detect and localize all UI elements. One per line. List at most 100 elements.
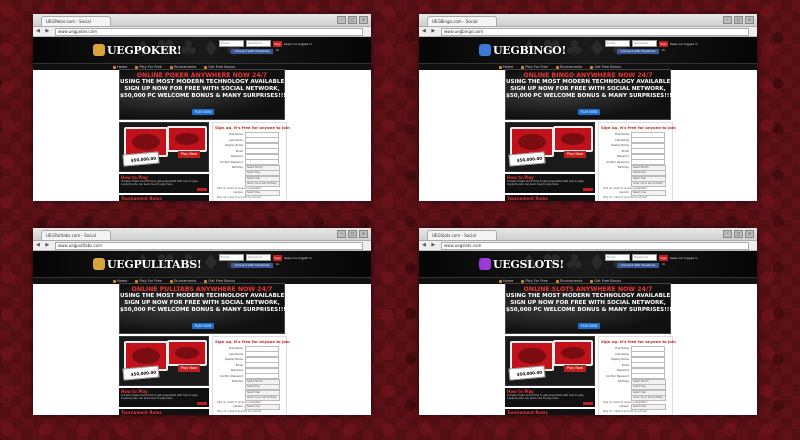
- window-controls: – □ ×: [723, 16, 754, 24]
- site-logo[interactable]: UEGPOKER!: [93, 43, 182, 57]
- banner-line: SIGN UP NOW FOR FREE WITH SOCIAL NETWORK…: [124, 300, 280, 306]
- window-button[interactable]: –: [337, 230, 346, 238]
- login-email-input[interactable]: Email: [605, 254, 630, 261]
- window-button[interactable]: □: [734, 230, 743, 238]
- window-controls: – □ ×: [723, 230, 754, 238]
- banner-play-button[interactable]: PLAY NOW: [578, 323, 600, 329]
- signup-field-label: Display Name: [610, 144, 629, 148]
- gender-select[interactable]: Select One: [245, 403, 280, 410]
- url-input[interactable]: www.uegslots.com: [441, 242, 749, 250]
- window-button[interactable]: –: [337, 16, 346, 24]
- signup-heading: Sign up, it's free for anyone to join: [215, 125, 290, 130]
- signup-heading: Sign up, it's free for anyone to join: [215, 339, 290, 344]
- signup-form: Sign up, it's free for anyone to join Fi…: [598, 122, 676, 201]
- read-more-button[interactable]: [583, 188, 593, 191]
- window-button[interactable]: ×: [359, 16, 368, 24]
- url-input[interactable]: www.uegpoker.com: [55, 28, 363, 36]
- remember-me[interactable]: Keep me logged in: [284, 256, 312, 260]
- browser-tab[interactable]: UEGPoker.com - Social: [41, 16, 111, 26]
- left-column: $50,000.00 Play Now How to Play It doesn…: [505, 122, 595, 201]
- address-bar-row: ◀ ▶ ⟳ www.uegbingo.com: [419, 27, 757, 37]
- browser-screenshot: UEGBingo.com - Social – □ × ◀ ▶ ⟳ www.uegb…: [419, 14, 757, 201]
- facebook-connect-button[interactable]: Connect with Facebook: [231, 49, 273, 54]
- login-password-input[interactable]: Password: [632, 254, 657, 261]
- banner-play-button[interactable]: PLAY NOW: [578, 109, 600, 115]
- remember-me[interactable]: Keep me logged in: [284, 42, 312, 46]
- sign-in-button[interactable]: Sign in: [659, 40, 668, 52]
- site-logo[interactable]: UEGBINGO!: [479, 43, 566, 57]
- signup-field-label: First Name: [615, 133, 629, 137]
- window-button[interactable]: ×: [745, 16, 754, 24]
- url-input[interactable]: www.uegbingo.com: [441, 28, 749, 36]
- read-more-button[interactable]: [197, 402, 207, 405]
- window-button[interactable]: □: [348, 16, 357, 24]
- gender-select[interactable]: Select One: [245, 189, 280, 196]
- site-logo[interactable]: UEGPULLTABS!: [93, 257, 202, 271]
- bonus-check: $50,000.00: [508, 365, 546, 381]
- screen-play-button[interactable]: Play Now: [564, 151, 586, 158]
- signup-field-label: Display Name: [224, 358, 243, 362]
- signup-select-label: Birthday: [618, 380, 629, 384]
- game-screen-small: [167, 340, 207, 366]
- login-password-input[interactable]: Password: [632, 40, 657, 47]
- window-button[interactable]: □: [348, 230, 357, 238]
- window-button[interactable]: □: [734, 16, 743, 24]
- how-to-play-section: How to Play It doesn't take much time to…: [505, 388, 595, 407]
- signup-field-label: Email: [235, 149, 243, 153]
- window-button[interactable]: –: [723, 16, 732, 24]
- window-button[interactable]: ×: [359, 230, 368, 238]
- banner-play-button[interactable]: PLAY NOW: [192, 109, 214, 115]
- left-column: $50,000.00 Play Now How to Play It doesn…: [505, 336, 595, 415]
- banner-line: USING THE MOST MODERN TECHNOLOGY AVAILAB…: [120, 293, 285, 299]
- browser-tab[interactable]: UEGSlots.com - Social: [427, 230, 497, 240]
- page-content: ONLINE BINGO ANYWHERE NOW 24/7 USING THE…: [505, 69, 676, 201]
- logo-badge-icon: [93, 44, 105, 56]
- signup-select-label: Birthday: [232, 166, 243, 170]
- login-password-input[interactable]: Password: [246, 254, 271, 261]
- facebook-connect-button[interactable]: Connect with Facebook: [617, 263, 659, 268]
- signup-field-label: Display Name: [224, 144, 243, 148]
- login-form: Email Password Sign in Keep me logged in: [219, 40, 312, 52]
- sign-in-button[interactable]: Sign in: [659, 254, 668, 266]
- menu-bullet-icon: [113, 279, 116, 283]
- page-content: ONLINE PULLTABS ANYWHERE NOW 24/7 USING …: [119, 283, 290, 415]
- url-input[interactable]: www.uegpulltabs.com: [55, 242, 363, 250]
- screen-play-button[interactable]: Play Now: [178, 365, 200, 372]
- read-more-button[interactable]: [197, 188, 207, 191]
- screen-play-button[interactable]: Play Now: [178, 151, 200, 158]
- facebook-connect-button[interactable]: Connect with Facebook: [617, 49, 659, 54]
- browser-tab[interactable]: UEGPulltabs.com - Social: [41, 230, 111, 240]
- banner-play-button[interactable]: PLAY NOW: [192, 323, 214, 329]
- bonus-check: $50,000.00: [122, 365, 160, 381]
- remember-me[interactable]: Keep me logged in: [670, 256, 698, 260]
- gender-select[interactable]: Select One: [631, 189, 666, 196]
- gender-select[interactable]: Select One: [631, 403, 666, 410]
- remember-me[interactable]: Keep me logged in: [670, 42, 698, 46]
- login-form: Email Password Sign in Keep me logged in: [219, 254, 312, 266]
- window-button[interactable]: –: [723, 230, 732, 238]
- site-header: ♠♥♣♦♠ UEGSLOTS! Email Password Sign in K…: [419, 251, 757, 277]
- signup-field-label: First Name: [615, 347, 629, 351]
- site-logo[interactable]: UEGSLOTS!: [479, 257, 564, 271]
- sign-in-button[interactable]: Sign in: [273, 40, 282, 52]
- login-email-input[interactable]: Email: [605, 40, 630, 47]
- address-bar-row: ◀ ▶ ⟳ www.uegpulltabs.com: [33, 241, 371, 251]
- login-email-input[interactable]: Email: [219, 40, 244, 47]
- read-more-button[interactable]: [583, 402, 593, 405]
- facebook-connect-button[interactable]: Connect with Facebook: [231, 263, 273, 268]
- promo-banner: ONLINE POKER ANYWHERE NOW 24/7 USING THE…: [119, 69, 286, 120]
- tournament-section: Tournament Rules Before you dive into al…: [505, 195, 595, 201]
- game-screen-small: [167, 126, 207, 152]
- login-form: Email Password Sign in Keep me logged in: [605, 254, 698, 266]
- logo-badge-icon: [479, 258, 491, 270]
- browser-tabbar: UEGPoker.com - Social – □ ×: [33, 14, 371, 27]
- login-email-input[interactable]: Email: [219, 254, 244, 261]
- banner-line: $50,000 PC WELCOME BONUS & MANY SURPRISE…: [120, 93, 286, 99]
- screen-play-button[interactable]: Play Now: [564, 365, 586, 372]
- window-button[interactable]: ×: [745, 230, 754, 238]
- game-screens-image: $50,000.00 Play Now: [505, 336, 595, 386]
- sign-in-button[interactable]: Sign in: [273, 254, 282, 266]
- login-password-input[interactable]: Password: [246, 40, 271, 47]
- banner-line: SIGN UP NOW FOR FREE WITH SOCIAL NETWORK…: [124, 86, 280, 92]
- browser-tab[interactable]: UEGBingo.com - Social: [427, 16, 497, 26]
